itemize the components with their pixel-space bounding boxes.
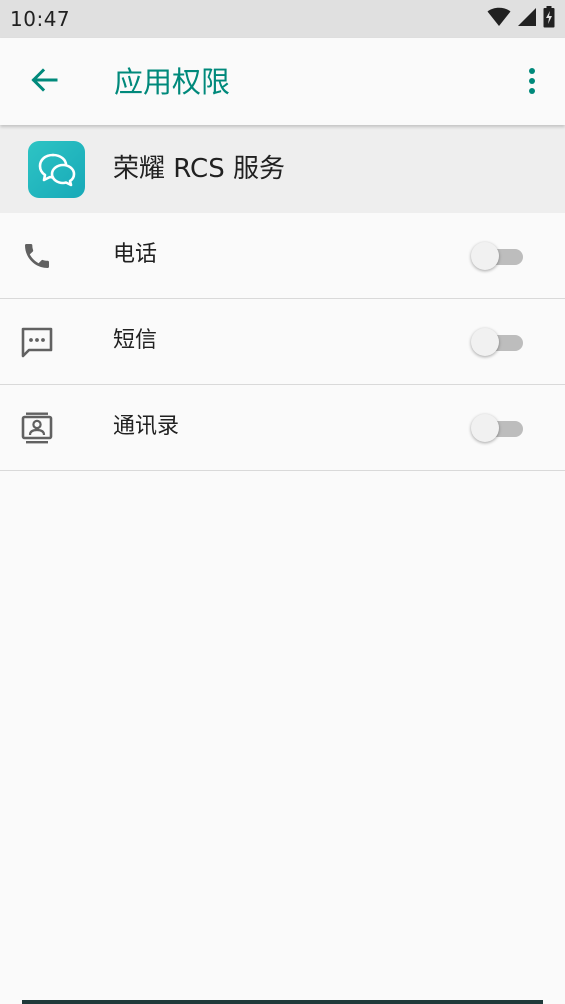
permission-list: 电话 短信 通讯录 bbox=[0, 213, 565, 471]
contacts-permission-toggle[interactable] bbox=[471, 413, 523, 443]
toggle-thumb bbox=[471, 414, 499, 442]
phone-permission-toggle[interactable] bbox=[471, 241, 523, 271]
app-info-header: 荣耀 RCS 服务 bbox=[0, 125, 565, 213]
cell-signal-icon bbox=[517, 7, 537, 31]
page-title: 应用权限 bbox=[114, 65, 231, 99]
permission-label-phone: 电话 bbox=[113, 242, 158, 267]
back-button[interactable] bbox=[22, 60, 66, 104]
wifi-icon bbox=[487, 7, 511, 31]
phone-icon bbox=[20, 239, 54, 273]
status-time: 10:47 bbox=[10, 7, 71, 31]
permission-row-contacts[interactable]: 通讯录 bbox=[0, 385, 565, 471]
permission-row-phone[interactable]: 电话 bbox=[0, 213, 565, 299]
more-vert-icon bbox=[528, 67, 536, 99]
sms-icon bbox=[20, 325, 54, 359]
app-bar: 应用权限 bbox=[0, 38, 565, 125]
permission-label-sms: 短信 bbox=[113, 328, 158, 353]
permission-row-sms[interactable]: 短信 bbox=[0, 299, 565, 385]
app-permissions-screen: 10:47 应用权限 荣耀 RCS 服务 电话 短信 通讯录 bbox=[0, 0, 565, 1004]
permission-label-contacts: 通讯录 bbox=[113, 414, 180, 439]
contacts-icon bbox=[20, 411, 54, 445]
navigation-bar-edge bbox=[22, 1000, 543, 1004]
status-icons bbox=[487, 6, 555, 32]
status-bar: 10:47 bbox=[0, 0, 565, 38]
app-name: 荣耀 RCS 服务 bbox=[113, 154, 285, 184]
overflow-menu-button[interactable] bbox=[517, 63, 547, 103]
toggle-thumb bbox=[471, 242, 499, 270]
sms-permission-toggle[interactable] bbox=[471, 327, 523, 357]
chat-bubbles-icon bbox=[28, 141, 85, 198]
toggle-thumb bbox=[471, 328, 499, 356]
battery-charging-icon bbox=[543, 6, 555, 32]
arrow-back-icon bbox=[30, 66, 58, 98]
